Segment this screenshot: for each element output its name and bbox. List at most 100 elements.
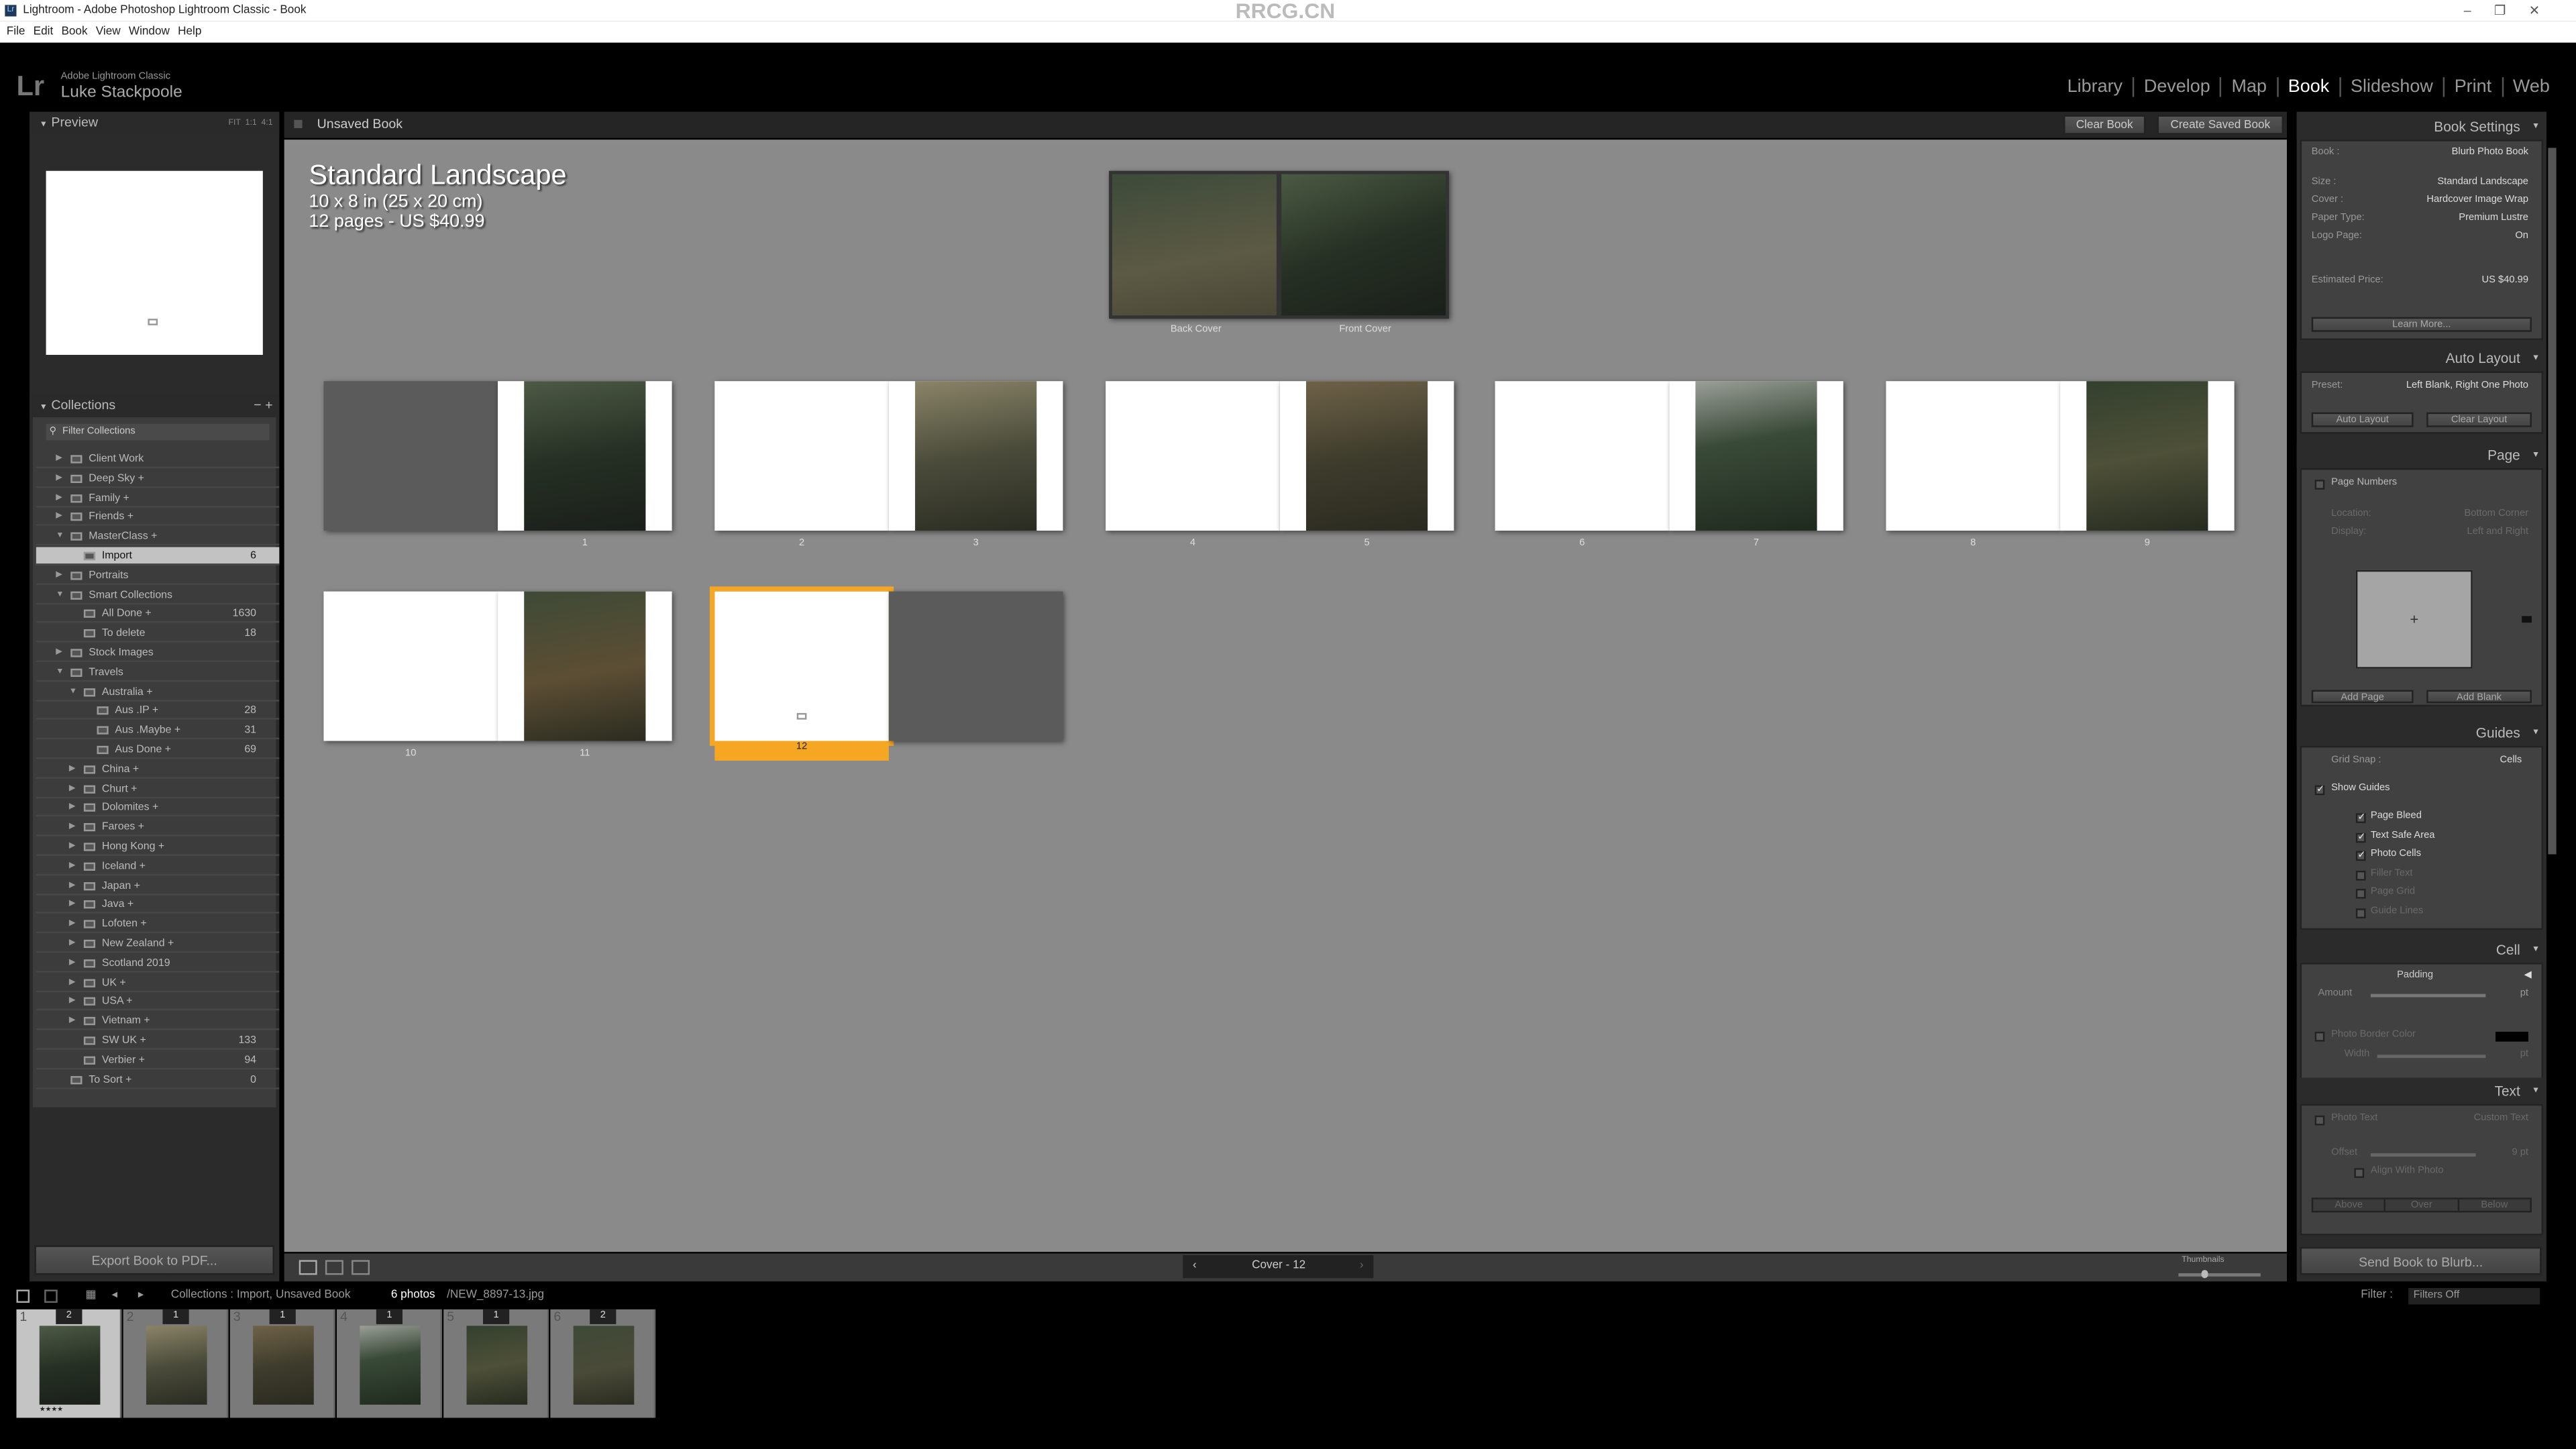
disclosure-triangle-icon[interactable]: ▶ <box>69 916 75 934</box>
cell-header[interactable]: Cell <box>2296 936 2546 963</box>
next-page-button[interactable]: › <box>1360 1255 1364 1278</box>
collection-item[interactable]: ▶ Japan + <box>36 877 280 895</box>
page-spread[interactable]: 45 <box>1106 381 1454 549</box>
left-page[interactable] <box>714 381 889 531</box>
disclosure-triangle-icon[interactable]: ▼ <box>69 683 77 701</box>
align-with-photo-checkbox[interactable] <box>2354 1168 2365 1178</box>
filmstrip-source[interactable]: Collections : Import, Unsaved Book <box>171 1285 351 1307</box>
guide-checkbox[interactable] <box>2355 869 2366 880</box>
disclosure-triangle-icon[interactable]: ▶ <box>69 934 75 953</box>
collection-item[interactable]: ▼ Travels <box>36 663 280 682</box>
page-header[interactable]: Page <box>2296 441 2546 468</box>
collection-item[interactable]: To Sort + 0 <box>36 1071 280 1089</box>
collection-item[interactable]: Aus .IP + 28 <box>36 702 280 720</box>
guide-checkbox[interactable]: ✓ <box>2355 851 2366 861</box>
menu-file[interactable]: File <box>7 26 25 38</box>
disclosure-triangle-icon[interactable]: ▼ <box>56 528 64 546</box>
left-page[interactable] <box>323 591 498 741</box>
grid-snap-select[interactable]: Cells <box>2500 756 2522 766</box>
photo-thumbnail[interactable] <box>360 1326 421 1405</box>
page-spread[interactable]: 10 11 <box>323 591 672 759</box>
width-slider[interactable] <box>2377 1055 2486 1059</box>
right-page[interactable] <box>1669 381 1843 531</box>
auto-layout-button[interactable]: Auto Layout <box>2311 412 2414 427</box>
thumbnails-slider-knob[interactable] <box>2201 1270 2208 1279</box>
disclosure-triangle-icon[interactable]: ▶ <box>69 857 75 875</box>
close-button[interactable]: ✕ <box>2529 3 2563 18</box>
send-book-to-blurb-button[interactable]: Send Book to Blurb... <box>2300 1246 2542 1275</box>
collection-item[interactable]: ▶ Family + <box>36 489 280 507</box>
collection-item[interactable]: ▶ Deep Sky + <box>36 470 280 488</box>
setting-select[interactable]: Premium Lustre <box>2459 213 2528 223</box>
setting-select[interactable]: Hardcover Image Wrap <box>2426 195 2528 205</box>
collection-item[interactable]: ▶ USA + <box>36 993 280 1012</box>
collection-item[interactable]: SW UK + 133 <box>36 1032 280 1050</box>
disclosure-triangle-icon[interactable]: ▶ <box>56 489 62 507</box>
disclosure-triangle-icon[interactable]: ▶ <box>56 508 62 527</box>
disclosure-triangle-icon[interactable]: ▶ <box>69 818 75 837</box>
page-spread[interactable]: 67 <box>1495 381 1843 549</box>
right-panel-scrollbar[interactable] <box>2548 148 2557 855</box>
disclosure-triangle-icon[interactable]: ▶ <box>69 1012 75 1030</box>
disclosure-triangle-icon[interactable]: ▶ <box>69 760 75 778</box>
right-page[interactable] <box>1279 381 1454 531</box>
add-blank-button[interactable]: Add Blank <box>2426 690 2532 704</box>
position-over[interactable]: Over <box>2386 1199 2459 1211</box>
zoom-4-1[interactable]: 4:1 <box>262 118 273 128</box>
filter-select[interactable]: Filters Off <box>2408 1288 2540 1305</box>
collections-header[interactable]: ▼ Collections − + <box>30 394 280 418</box>
collection-item[interactable]: ▶ China + <box>36 760 280 779</box>
maximize-button[interactable]: ❐ <box>2494 3 2529 18</box>
collection-item[interactable]: To delete 18 <box>36 625 280 643</box>
disclosure-triangle-icon[interactable]: ▶ <box>69 877 75 895</box>
panel-toggle-icon[interactable] <box>294 119 303 129</box>
collection-item[interactable]: ▶ Churt + <box>36 780 280 798</box>
photo-text-checkbox[interactable] <box>2314 1115 2325 1126</box>
filmstrip-photo[interactable]: 1 2 ★★★★ <box>16 1309 122 1418</box>
collection-item[interactable]: Aus Done + 69 <box>36 741 280 759</box>
clear-layout-button[interactable]: Clear Layout <box>2426 412 2532 427</box>
disclosure-triangle-icon[interactable]: ▶ <box>69 954 75 972</box>
left-page[interactable] <box>1106 381 1280 531</box>
book-settings-header[interactable]: Book Settings <box>2296 113 2546 140</box>
collection-item[interactable]: ▼ Smart Collections <box>36 586 280 604</box>
filmstrip-photo[interactable]: 62 <box>550 1309 656 1418</box>
amount-slider[interactable] <box>2370 994 2486 998</box>
collection-item[interactable]: ▶ Hong Kong + <box>36 838 280 856</box>
main-window-icon[interactable] <box>16 1289 30 1303</box>
photo-thumbnail[interactable] <box>253 1326 314 1405</box>
page-photo[interactable] <box>1305 381 1428 531</box>
disclosure-triangle-icon[interactable]: ▶ <box>69 973 75 991</box>
guide-checkbox[interactable]: ✓ <box>2355 832 2366 843</box>
page-photo[interactable] <box>2086 381 2208 531</box>
page-spread[interactable]: 12 <box>709 586 1063 761</box>
disclosure-triangle-icon[interactable]: ▼ <box>56 663 64 682</box>
back-cover-photo[interactable] <box>1112 174 1277 316</box>
setting-select[interactable]: Standard Landscape <box>2437 177 2528 187</box>
collection-item[interactable]: ▶ Client Work <box>36 450 280 468</box>
guide-checkbox[interactable] <box>2355 908 2366 918</box>
module-web[interactable]: Web <box>2503 77 2559 97</box>
filmstrip-photo[interactable]: 51 <box>443 1309 549 1418</box>
right-page[interactable] <box>2060 381 2235 531</box>
page-spread[interactable]: 23 <box>714 381 1063 549</box>
collection-item[interactable]: Aus .Maybe + 31 <box>36 722 280 740</box>
module-develop[interactable]: Develop <box>2134 77 2222 97</box>
disclosure-triangle-icon[interactable]: ▶ <box>56 644 62 662</box>
preview-header[interactable]: ▼ Preview FIT 1:1 4:1 <box>30 111 280 135</box>
collection-item[interactable]: ▶ New Zealand + <box>36 934 280 953</box>
add-collection-button[interactable]: + <box>265 398 272 413</box>
filter-collections-input[interactable]: ⚲ Filter Collections <box>46 423 270 441</box>
collection-item[interactable]: All Done + 1630 <box>36 605 280 624</box>
module-library[interactable]: Library <box>2057 77 2135 97</box>
current-file[interactable]: /NEW_8897-13.jpg <box>447 1285 544 1307</box>
page-numbers-checkbox[interactable] <box>2314 480 2325 490</box>
collection-item[interactable]: ▶ Lofoten + <box>36 916 280 934</box>
collection-item[interactable]: ▶ Portraits <box>36 566 280 585</box>
setting-select[interactable]: US $40.99 <box>2482 276 2528 286</box>
left-page[interactable] <box>709 586 894 746</box>
collection-item[interactable]: Verbier + 94 <box>36 1051 280 1069</box>
page-photo[interactable] <box>524 591 646 741</box>
page-photo[interactable] <box>915 381 1037 531</box>
page-photo[interactable] <box>524 381 646 531</box>
